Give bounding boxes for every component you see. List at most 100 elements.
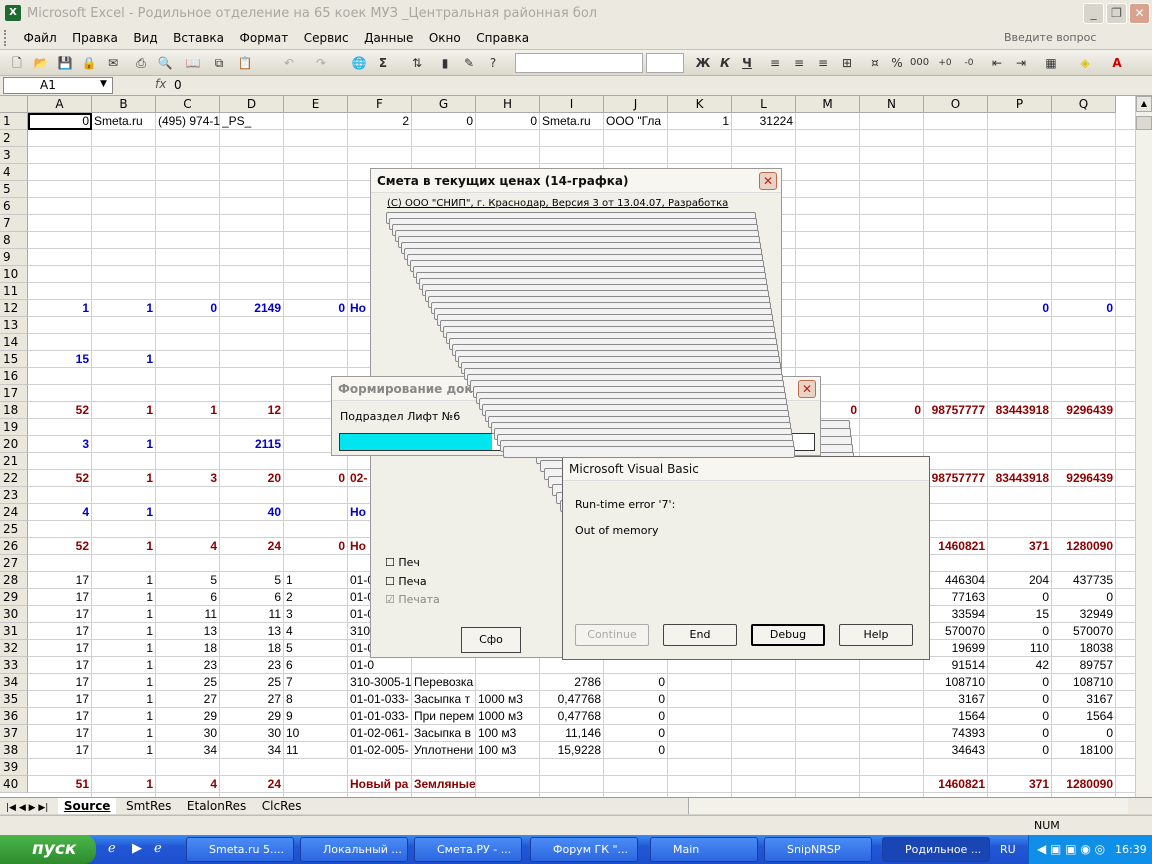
menu-help[interactable]: Справка [470, 27, 535, 49]
cell-i1[interactable]: Smeta.ru [542, 113, 604, 130]
cell-j36[interactable]: 0 [604, 708, 668, 725]
row-header[interactable]: 29 [0, 589, 28, 606]
print-option-1[interactable]: ☐ Печ [385, 556, 420, 569]
row-header[interactable]: 38 [0, 742, 28, 759]
cell-g34[interactable]: Перевозка т [414, 674, 476, 691]
row-header[interactable]: 23 [0, 487, 28, 504]
horizontal-scrollbar[interactable] [688, 798, 1128, 814]
cell-b20[interactable]: 1 [92, 436, 156, 453]
row-header[interactable]: 12 [0, 300, 28, 317]
row-header[interactable]: 5 [0, 181, 28, 198]
cell-q22[interactable]: 9296439 [1052, 470, 1116, 487]
align-right-icon[interactable]: ≡ [814, 54, 832, 72]
help-icon[interactable]: ? [484, 54, 502, 72]
cell-c26[interactable]: 4 [156, 538, 220, 555]
cell-b28[interactable]: 1 [92, 572, 156, 589]
cell-a40[interactable]: 51 [28, 776, 92, 793]
row-header[interactable]: 14 [0, 334, 28, 351]
cell-c40[interactable]: 4 [156, 776, 220, 793]
cell-d34[interactable]: 25 [220, 674, 284, 691]
cell-d28[interactable]: 5 [220, 572, 284, 589]
cell-c1[interactable]: (495) 974-1 [158, 113, 220, 130]
cell-b36[interactable]: 1 [92, 708, 156, 725]
progress-close-button[interactable]: ✕ [798, 380, 816, 398]
column-header-i[interactable]: I [540, 96, 604, 113]
cell-p32[interactable]: 110 [988, 640, 1052, 657]
debug-button[interactable]: Debug [751, 624, 825, 646]
row-header[interactable]: 24 [0, 504, 28, 521]
cell-a30[interactable]: 17 [28, 606, 92, 623]
cell-l1[interactable]: 31224 [732, 113, 796, 130]
cell-e37[interactable]: 10 [286, 725, 348, 742]
cell-e22[interactable]: 0 [284, 470, 348, 487]
copy-icon[interactable]: ⧉ [210, 54, 228, 72]
column-header-k[interactable]: K [668, 96, 732, 113]
cell-b37[interactable]: 1 [92, 725, 156, 742]
cell-n18[interactable]: 0 [860, 402, 924, 419]
menu-window[interactable]: Окно [423, 27, 467, 49]
cell-p22[interactable]: 83443918 [988, 470, 1052, 487]
cell-q35[interactable]: 3167 [1052, 691, 1116, 708]
redo-icon[interactable]: ↷ [312, 54, 330, 72]
cell-p26[interactable]: 371 [988, 538, 1052, 555]
cell-q34[interactable]: 108710 [1052, 674, 1116, 691]
row-header[interactable]: 11 [0, 283, 28, 300]
cell-d12[interactable]: 2149 [220, 300, 284, 317]
function-icon[interactable]: fx [155, 77, 166, 91]
menu-data[interactable]: Данные [358, 27, 419, 49]
task-snipnrsp[interactable]: SnipNRSP [764, 837, 872, 862]
cell-o22[interactable]: 98757777 [924, 470, 988, 487]
cell-a31[interactable]: 17 [28, 623, 92, 640]
cell-p36[interactable]: 0 [988, 708, 1052, 725]
cell-p31[interactable]: 0 [988, 623, 1052, 640]
print-icon[interactable]: ⎙ [132, 54, 150, 72]
cell-d31[interactable]: 13 [220, 623, 284, 640]
cell-h38[interactable]: 100 м3 [478, 742, 540, 759]
task-main[interactable]: Main [650, 837, 758, 862]
print-option-2[interactable]: ☐ Печа [385, 575, 427, 588]
cell-c33[interactable]: 23 [156, 657, 220, 674]
cell-b1[interactable]: Smeta.ru [94, 113, 156, 130]
row-header[interactable]: 27 [0, 555, 28, 572]
task-smeta[interactable]: Smeta.ru 5.... [186, 837, 294, 862]
cell-d36[interactable]: 29 [220, 708, 284, 725]
row-header[interactable]: 17 [0, 385, 28, 402]
tab-source[interactable]: Source [57, 798, 117, 814]
open-icon[interactable]: 📂 [32, 54, 50, 72]
column-header-n[interactable]: N [860, 96, 924, 113]
sort-icon[interactable]: ⇅ [408, 54, 426, 72]
cell-q26[interactable]: 1280090 [1052, 538, 1116, 555]
cell-c31[interactable]: 13 [156, 623, 220, 640]
cell-c30[interactable]: 11 [156, 606, 220, 623]
cell-f33[interactable]: 01-0 [350, 657, 412, 674]
cell-a20[interactable]: 3 [28, 436, 92, 453]
cell-o26[interactable]: 1460821 [924, 538, 988, 555]
print-option-3[interactable]: ☑ Печата [385, 593, 440, 606]
row-header[interactable]: 34 [0, 674, 28, 691]
chart-wizard-icon[interactable]: ▮ [436, 54, 454, 72]
cell-o18[interactable]: 98757777 [924, 402, 988, 419]
cell-a22[interactable]: 52 [28, 470, 92, 487]
row-header[interactable]: 37 [0, 725, 28, 742]
tray-icons[interactable]: ◀ ▣ ▣ ◉ ◎ [1037, 835, 1105, 864]
cell-d30[interactable]: 11 [220, 606, 284, 623]
cell-q38[interactable]: 18100 [1052, 742, 1116, 759]
cell-b18[interactable]: 1 [92, 402, 156, 419]
cell-a38[interactable]: 17 [28, 742, 92, 759]
font-size-combo[interactable] [646, 53, 684, 73]
menu-edit[interactable]: Правка [66, 27, 124, 49]
cell-e31[interactable]: 4 [286, 623, 348, 640]
cell-e38[interactable]: 11 [286, 742, 348, 759]
cell-q12[interactable]: 0 [1052, 300, 1116, 317]
cell-b32[interactable]: 1 [92, 640, 156, 657]
maximize-button[interactable]: ❐ [1106, 3, 1127, 24]
start-button[interactable]: пуск [0, 835, 96, 864]
cell-a37[interactable]: 17 [28, 725, 92, 742]
select-all-corner[interactable] [0, 96, 28, 113]
cell-e34[interactable]: 7 [286, 674, 348, 691]
cell-e33[interactable]: 6 [286, 657, 348, 674]
cell-b24[interactable]: 1 [92, 504, 156, 521]
row-header[interactable]: 15 [0, 351, 28, 368]
cell-b34[interactable]: 1 [92, 674, 156, 691]
task-forum[interactable]: Форум ГК "... [530, 837, 638, 862]
